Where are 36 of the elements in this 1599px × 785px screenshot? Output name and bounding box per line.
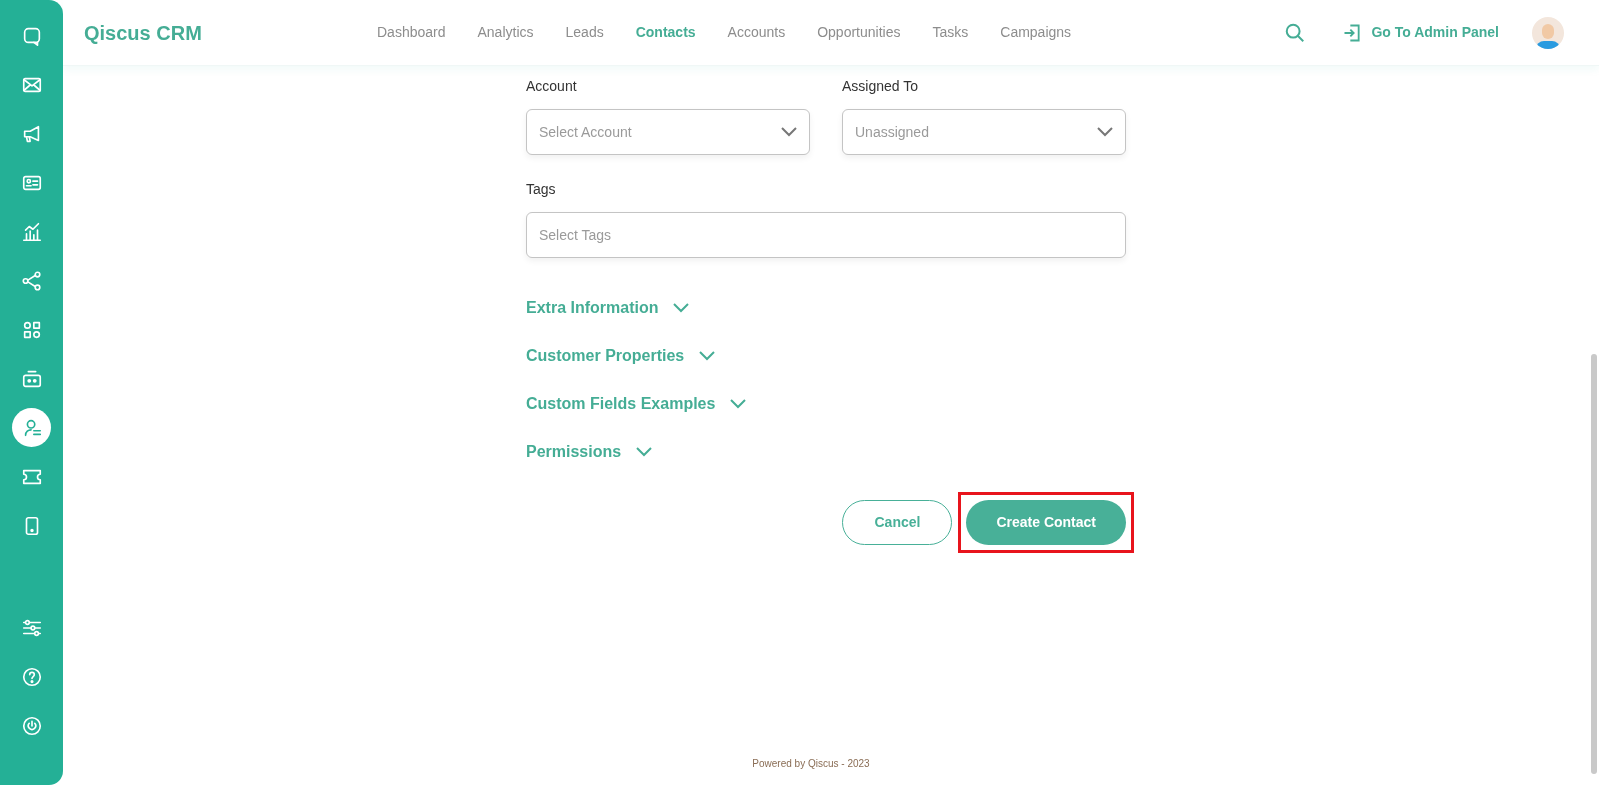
search-icon[interactable] (1284, 21, 1307, 44)
chevron-down-icon (729, 398, 748, 410)
chart-icon (20, 220, 43, 243)
sidebar-item[interactable] (12, 408, 51, 447)
enter-icon (1342, 22, 1363, 43)
avatar[interactable] (1532, 16, 1564, 49)
nav-link[interactable]: Accounts (727, 22, 786, 43)
section-toggle[interactable]: Extra Information (526, 296, 691, 320)
nav-link[interactable]: Dashboard (377, 22, 446, 43)
nav-link[interactable]: Contacts (635, 22, 696, 43)
chevron-down-icon (1096, 126, 1114, 138)
tags-field[interactable]: Select Tags (526, 212, 1126, 258)
nav-link[interactable]: Opportunities (817, 22, 901, 43)
share-icon (20, 269, 43, 292)
section-toggle[interactable]: Permissions (526, 440, 654, 464)
footer-text: Powered by Qiscus - 2023 (752, 757, 870, 771)
dropdown-field[interactable]: Unassigned (842, 109, 1126, 155)
section-toggle[interactable]: Custom Fields Examples (526, 392, 748, 416)
brand-title: Qiscus CRM (84, 20, 203, 46)
help-icon (20, 665, 43, 688)
field-label: Account (526, 77, 578, 96)
nav-link[interactable]: Leads (565, 22, 604, 43)
nav-link[interactable]: Campaigns (1000, 22, 1072, 43)
chevron-down-icon (780, 126, 798, 138)
chevron-down-icon (698, 350, 717, 362)
field-label: Tags (526, 180, 557, 199)
dropdown-field[interactable]: Select Account (526, 109, 810, 155)
chevron-down-icon (635, 446, 654, 458)
nav-link[interactable]: Tasks (932, 22, 969, 43)
create-button[interactable]: Create Contact (966, 500, 1126, 545)
field-label: Assigned To (842, 77, 919, 96)
admin-panel-link[interactable]: Go To Admin Panel (1342, 22, 1499, 43)
power-icon (20, 714, 43, 737)
section-toggle[interactable]: Customer Properties (526, 344, 717, 368)
chevron-down-icon (672, 302, 691, 314)
nav-link[interactable]: Analytics (477, 22, 534, 43)
